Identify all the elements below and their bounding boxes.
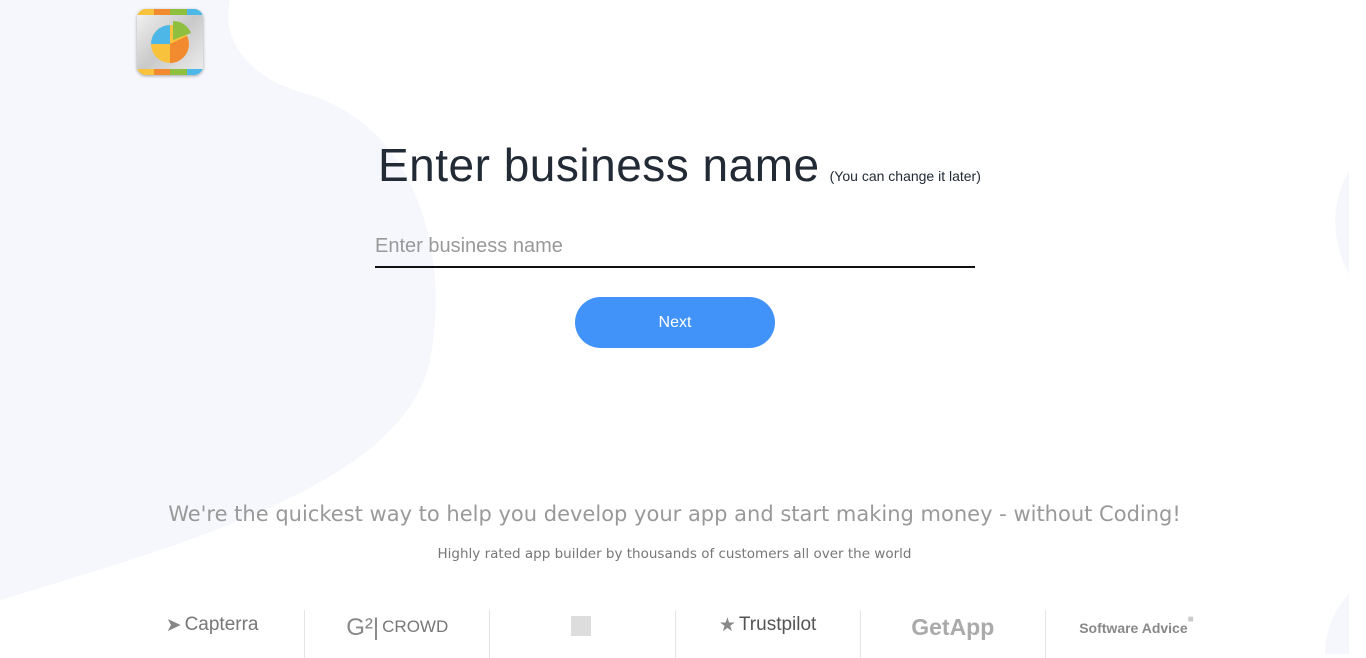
subtitle: Highly rated app builder by thousands of… — [437, 546, 912, 562]
rating-review-site[interactable] — [490, 610, 676, 658]
page-title: Enter business name (You can change it la… — [378, 138, 981, 192]
g2-icon: G²| — [346, 614, 380, 641]
pie-chart-icon — [151, 20, 191, 63]
rating-label: CROWD — [382, 617, 449, 636]
next-button[interactable]: Next — [575, 297, 775, 348]
rating-capterra[interactable]: ➤ Capterra — [120, 610, 306, 658]
title-text: Enter business name — [378, 139, 820, 191]
capterra-arrow-icon: ➤ — [165, 615, 182, 636]
rating-label: Trustpilot — [738, 614, 817, 635]
rating-label: Software Advice — [1079, 620, 1188, 636]
ratings-row: ➤ Capterra G²| CROWD ★ Trustpilot GetApp So… — [120, 610, 1230, 658]
star-icon: ★ — [718, 615, 736, 636]
rating-software-advice[interactable]: Software Advice ■ — [1046, 610, 1230, 658]
rating-label: GetApp — [911, 614, 995, 640]
rating-trustpilot[interactable]: ★ Trustpilot — [676, 610, 861, 658]
title-note: (You can change it later) — [829, 168, 981, 184]
scrollbar[interactable] — [1349, 0, 1366, 654]
business-name-input[interactable] — [375, 226, 975, 268]
chat-bubble-icon: ■ — [1187, 614, 1194, 625]
rating-getapp[interactable]: GetApp — [861, 610, 1046, 658]
tagline: We're the quickest way to help you devel… — [168, 502, 1181, 526]
rating-label: Capterra — [184, 614, 259, 635]
app-logo[interactable] — [137, 9, 203, 75]
rating-g2crowd[interactable]: G²| CROWD — [305, 610, 491, 658]
review-site-icon — [570, 616, 591, 636]
